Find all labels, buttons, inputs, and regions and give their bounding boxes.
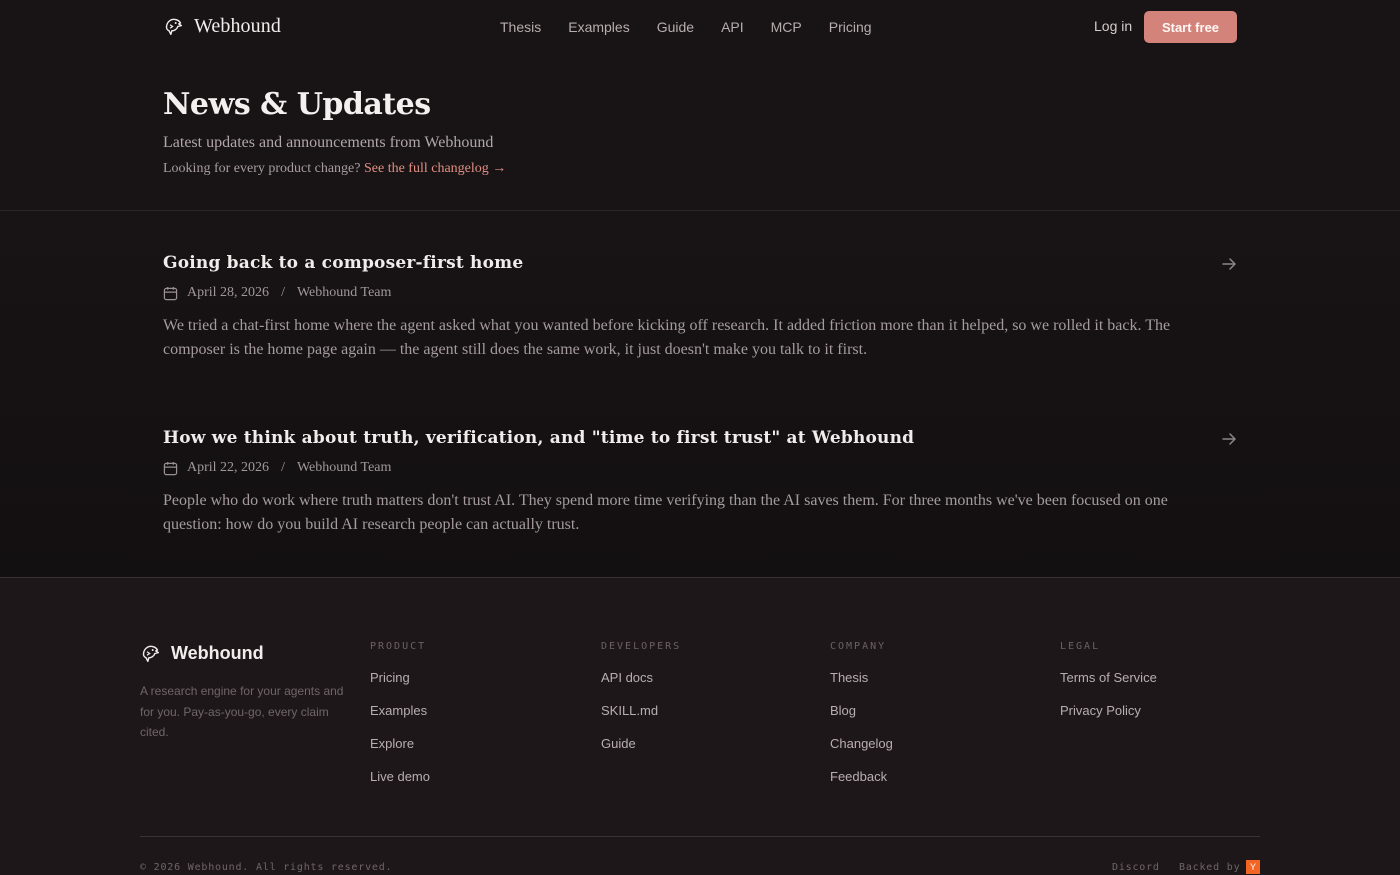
nav-link-mcp[interactable]: MCP <box>771 18 802 36</box>
footer-link-blog[interactable]: Blog <box>830 703 893 736</box>
start-free-button[interactable]: Start free <box>1144 11 1237 43</box>
footer-link-thesis[interactable]: Thesis <box>830 670 893 703</box>
post-card[interactable]: How we think about truth, verification, … <box>163 428 1238 537</box>
brand-name: Webhound <box>194 15 281 37</box>
primary-nav: Thesis Examples Guide API MCP Pricing <box>500 18 899 36</box>
footer-column-company: COMPANY Thesis Blog Changelog Feedback <box>830 641 893 802</box>
discord-link[interactable]: Discord <box>1112 862 1160 873</box>
arrow-right-icon[interactable] <box>1220 430 1238 448</box>
footer-column-product: PRODUCT Pricing Examples Explore Live de… <box>370 641 430 802</box>
nav-link-api[interactable]: API <box>721 18 744 36</box>
top-nav: Webhound Thesis Examples Guide API MCP P… <box>0 0 1400 55</box>
hound-logo-icon <box>142 645 160 663</box>
nav-link-examples[interactable]: Examples <box>568 18 629 36</box>
page-title: News & Updates <box>163 87 431 122</box>
nav-link-guide[interactable]: Guide <box>657 18 694 36</box>
footer-link-guide[interactable]: Guide <box>601 736 681 769</box>
y-combinator-logo: Y <box>1246 860 1261 874</box>
footer-column-heading: DEVELOPERS <box>601 641 682 652</box>
post-title[interactable]: How we think about truth, verification, … <box>163 428 1238 448</box>
posts-list: Going back to a composer-first home Apri… <box>0 211 1400 577</box>
post-card[interactable]: Going back to a composer-first home Apri… <box>163 253 1238 362</box>
footer-brand-link[interactable]: Webhound <box>140 643 264 664</box>
post-date: April 22, 2026 <box>187 460 270 475</box>
nav-link-thesis[interactable]: Thesis <box>500 18 541 36</box>
footer-column-heading: LEGAL <box>1060 641 1101 652</box>
changelog-link[interactable]: See the full changelog → <box>364 161 506 176</box>
hound-logo-icon <box>165 18 183 36</box>
brand-logo-link[interactable]: Webhound <box>163 15 281 38</box>
footer-column-legal: LEGAL Terms of Service Privacy Policy <box>1060 641 1157 736</box>
nav-link-pricing[interactable]: Pricing <box>829 18 872 36</box>
meta-separator: / <box>281 460 285 475</box>
copyright-text: © 2026 Webhound. All rights reserved. <box>140 862 393 873</box>
footer-link-skill-md[interactable]: SKILL.md <box>601 703 681 736</box>
post-title[interactable]: Going back to a composer-first home <box>163 253 1238 273</box>
post-author: Webhound Team <box>296 460 392 475</box>
changelog-note: Looking for every product change? See th… <box>163 161 506 177</box>
footer-brand-name: Webhound <box>171 643 264 663</box>
page-header: News & Updates Latest updates and announ… <box>0 55 1400 211</box>
site-footer: Webhound A research engine for your agen… <box>0 577 1400 875</box>
footer-link-pricing[interactable]: Pricing <box>370 670 430 703</box>
footer-tagline: A research engine for your agents and fo… <box>140 684 344 739</box>
footer-link-explore[interactable]: Explore <box>370 736 430 769</box>
footer-column-heading: COMPANY <box>830 641 887 652</box>
post-date: April 28, 2026 <box>187 285 270 300</box>
post-excerpt: We tried a chat-first home where the age… <box>163 317 1171 358</box>
post-author: Webhound Team <box>296 285 392 300</box>
login-link[interactable]: Log in <box>1094 18 1132 34</box>
calendar-icon <box>163 286 178 300</box>
calendar-icon <box>163 461 178 475</box>
footer-divider <box>140 836 1260 837</box>
footer-column-heading: PRODUCT <box>370 641 427 652</box>
backed-by-label: Backed by <box>1179 861 1241 873</box>
post-excerpt: People who do work where truth matters d… <box>163 492 1168 533</box>
footer-link-live-demo[interactable]: Live demo <box>370 769 430 802</box>
footer-link-privacy[interactable]: Privacy Policy <box>1060 703 1157 736</box>
backed-by-link[interactable]: Backed by Y <box>1179 860 1261 874</box>
post-meta: April 28, 2026 / Webhound Team <box>163 285 1238 301</box>
page-subtitle: Latest updates and announcements from We… <box>163 134 494 151</box>
footer-column-developers: DEVELOPERS API docs SKILL.md Guide <box>601 641 681 769</box>
footer-link-feedback[interactable]: Feedback <box>830 769 893 802</box>
footer-link-examples[interactable]: Examples <box>370 703 430 736</box>
post-meta: April 22, 2026 / Webhound Team <box>163 460 1238 476</box>
changelog-note-text: Looking for every product change? <box>163 161 361 176</box>
footer-link-changelog[interactable]: Changelog <box>830 736 893 769</box>
footer-link-api-docs[interactable]: API docs <box>601 670 681 703</box>
arrow-right-icon[interactable] <box>1220 255 1238 273</box>
footer-link-terms[interactable]: Terms of Service <box>1060 670 1157 703</box>
meta-separator: / <box>281 285 285 300</box>
